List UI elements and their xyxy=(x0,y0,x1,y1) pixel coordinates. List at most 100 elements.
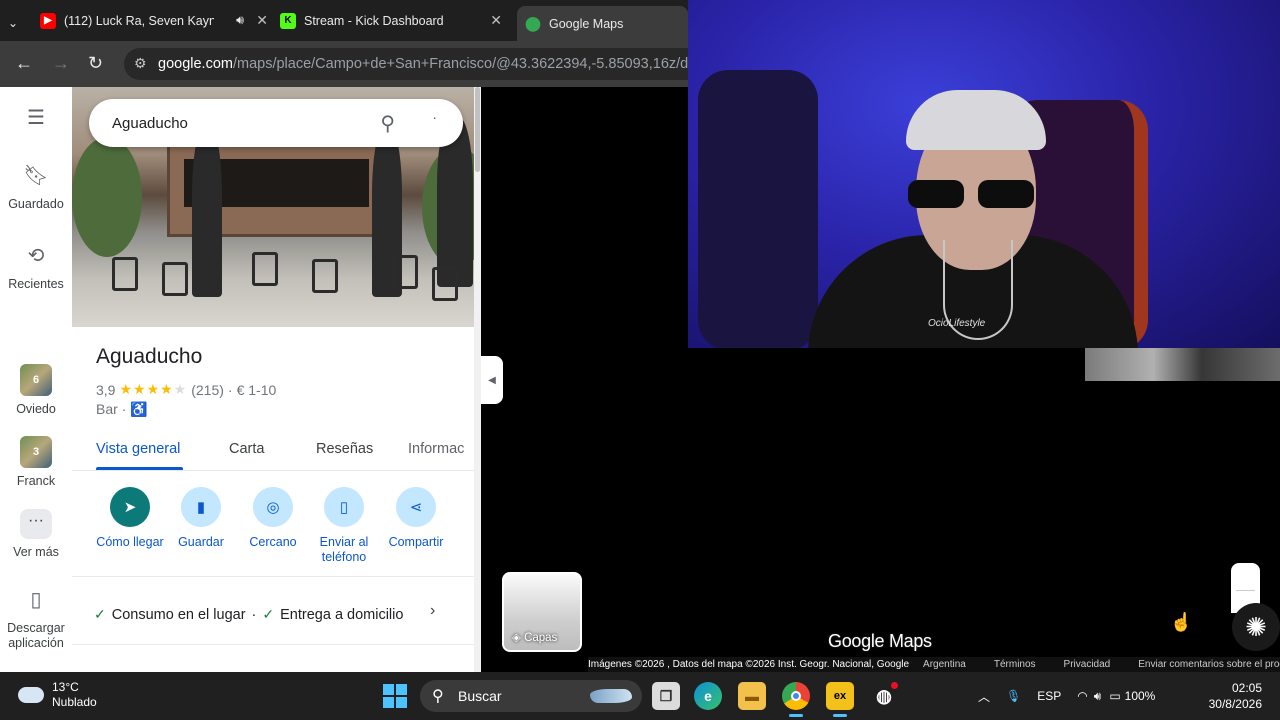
share-button[interactable]: ⋖ Compartir xyxy=(376,487,456,550)
footer-link-terms[interactable]: Términos xyxy=(994,659,1036,670)
rail-recents-label: Recientes xyxy=(8,277,64,291)
obs-icon[interactable]: ◍ xyxy=(870,682,898,710)
action-label: Cómo llegar xyxy=(96,535,164,549)
speaker-icon[interactable]: 🔊︎ xyxy=(236,13,244,28)
recent-label: Franck xyxy=(16,474,56,488)
recent-badge: 3 xyxy=(32,445,40,458)
battery-percent: 100% xyxy=(1124,689,1156,703)
webcam-overlay: OcioLifestyle xyxy=(688,0,1280,348)
footer-link-feedback[interactable]: Enviar comentarios sobre el producto xyxy=(1138,659,1280,670)
tab-youtube[interactable]: ▶ (112) Luck Ra, Seven Kayne 🔊︎ ✕ xyxy=(40,6,276,35)
edge-icon[interactable]: e xyxy=(694,682,722,710)
close-icon[interactable]: ✕ xyxy=(256,12,268,29)
hamburger-menu-icon: ☰ xyxy=(27,107,45,129)
microphone-icon[interactable]: 🎙︎ xyxy=(1006,689,1021,703)
bookmark-icon: 🔖︎ xyxy=(23,165,49,187)
tab-reviews[interactable]: Reseñas xyxy=(316,441,373,457)
layers-button[interactable]: ◈ Capas xyxy=(502,572,582,652)
star-rating-icon[interactable]: ★★★★★ xyxy=(119,381,187,398)
battery-icon[interactable]: ▭ xyxy=(1109,689,1120,703)
back-arrow-icon[interactable]: ← xyxy=(15,53,33,74)
url-bar[interactable]: ⚙ google.com/maps/place/Campo+de+San+Fra… xyxy=(124,48,704,80)
rating-row: 3,9 ★★★★★ (215) · € 1-10 xyxy=(96,381,277,398)
nearby-icon: ◎ xyxy=(253,487,293,527)
site-info-icon[interactable]: ⚙ xyxy=(134,55,147,72)
place-category[interactable]: Bar xyxy=(96,401,118,417)
start-button[interactable] xyxy=(383,684,407,708)
temperature: 13°C xyxy=(52,680,79,694)
tab-search-dropdown[interactable]: ⌄ xyxy=(8,8,18,37)
chair-shape xyxy=(392,255,418,289)
rail-download-label: Descargar aplicación xyxy=(7,621,65,650)
taskbar-search-label: Buscar xyxy=(458,688,502,704)
chair-shape xyxy=(312,259,338,293)
tab-menu[interactable]: Carta xyxy=(229,441,264,457)
exness-icon[interactable]: ex xyxy=(826,682,854,717)
search-icon: ⚲ xyxy=(432,688,444,705)
chevron-up-icon[interactable]: ︿ xyxy=(978,688,990,705)
footer-link-country[interactable]: Argentina xyxy=(923,659,966,670)
tab-title: (112) Luck Ra, Seven Kayne xyxy=(64,13,214,28)
action-label: Compartir xyxy=(388,535,444,549)
rating-value: 3,9 xyxy=(96,381,116,398)
rail-recent-oviedo[interactable]: 6 Oviedo xyxy=(0,364,72,417)
clock[interactable]: 02:05 30/8/2026 xyxy=(1200,680,1262,712)
rail-saved-label: Guardado xyxy=(8,197,64,211)
task-view-icon[interactable]: ❐ xyxy=(652,682,680,710)
divider xyxy=(72,576,474,577)
tree-shape xyxy=(72,137,142,257)
tab-title: Stream - Kick Dashboard xyxy=(304,13,444,28)
search-icon[interactable]: ⚲ xyxy=(380,111,395,136)
nearby-button[interactable]: ◎ Cercano xyxy=(233,487,313,550)
maps-pin-icon: ⬤ xyxy=(525,15,541,31)
forward-arrow-icon[interactable]: → xyxy=(52,53,70,74)
hand-cursor-icon: ☝ xyxy=(1170,612,1193,632)
share-icon: ⋖ xyxy=(396,487,436,527)
tab-info[interactable]: Informac xyxy=(408,441,464,457)
active-tab-indicator xyxy=(96,467,183,470)
review-count[interactable]: (215) xyxy=(191,382,224,398)
close-icon[interactable]: ✕ xyxy=(490,12,502,29)
gemini-assistant-icon[interactable]: ✺ xyxy=(1232,603,1280,651)
kick-icon: K xyxy=(280,12,296,29)
service-options[interactable]: ✓ Consumo en el lugar · ✓ Entrega a domi… xyxy=(94,606,403,623)
footer-link-privacy[interactable]: Privacidad xyxy=(1064,659,1111,670)
youtube-icon: ▶ xyxy=(40,12,56,29)
bookmark-icon: ▮ xyxy=(181,487,221,527)
send-to-phone-button[interactable]: ▯ Enviar al teléfono xyxy=(304,487,384,565)
menu-button[interactable]: ☰ xyxy=(0,107,72,139)
rail-download-app[interactable]: ▯ Descargar aplicación xyxy=(0,589,72,651)
directions-button[interactable]: ➤ Cómo llegar xyxy=(90,487,170,550)
tab-google-maps[interactable]: ⬤ Google Maps xyxy=(517,6,688,41)
file-explorer-icon[interactable]: ▬ xyxy=(738,682,766,710)
place-tabs: Vista general Carta Reseñas Informac xyxy=(72,437,474,471)
map-attribution: Imágenes ©2026 , Datos del mapa ©2026 In… xyxy=(588,659,910,670)
rail-more[interactable]: ··· Ver más xyxy=(0,509,72,560)
panel-scrollbar[interactable] xyxy=(474,87,481,672)
search-value: Aguaducho xyxy=(112,114,188,132)
cloud-icon xyxy=(18,687,44,703)
rail-recents[interactable]: ⟲ Recientes xyxy=(0,246,72,292)
input-language[interactable]: ESP xyxy=(1037,689,1061,703)
windows-taskbar: 13°C Nublado ⚲ Buscar ❐ e ▬ ex ◍ ︿ 🎙︎ ESP… xyxy=(0,672,1280,720)
wifi-icon[interactable]: ◠ xyxy=(1077,689,1087,703)
taskbar-search[interactable]: ⚲ Buscar xyxy=(420,680,642,712)
tab-kick[interactable]: K Stream - Kick Dashboard ✕ xyxy=(280,6,510,35)
map-footer: Imágenes ©2026 , Datos del mapa ©2026 In… xyxy=(588,657,1280,672)
collapse-panel-button[interactable]: ◀ xyxy=(481,356,503,404)
search-input[interactable]: Aguaducho ⚲ · xyxy=(89,99,463,147)
wheelchair-accessible-icon: ♿ xyxy=(130,401,148,417)
weather-widget[interactable]: 13°C Nublado xyxy=(18,680,97,710)
more-horizontal-icon: ··· xyxy=(20,509,52,539)
rail-saved[interactable]: 🔖︎ Guardado xyxy=(0,165,72,212)
chair-shape xyxy=(252,252,278,286)
umbrella-shape xyxy=(192,127,222,297)
chevron-right-icon[interactable]: › xyxy=(430,602,435,620)
phone-icon: ▯ xyxy=(30,589,42,611)
save-button[interactable]: ▮ Guardar xyxy=(161,487,241,550)
reload-icon[interactable]: ↻ xyxy=(88,53,103,74)
rail-recent-franck[interactable]: 3 Franck xyxy=(0,436,72,489)
volume-icon[interactable]: 🔊︎ xyxy=(1094,689,1102,704)
chrome-icon[interactable] xyxy=(782,682,810,717)
tab-overview[interactable]: Vista general xyxy=(96,441,180,457)
